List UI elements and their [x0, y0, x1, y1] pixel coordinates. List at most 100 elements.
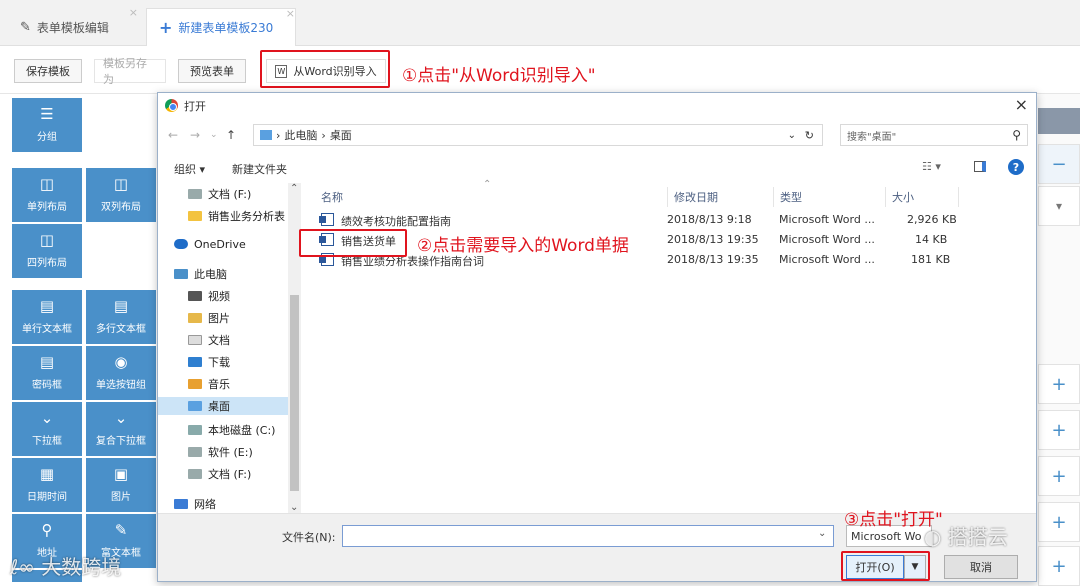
sidebar-item-text-input[interactable]: ▤ 单行文本框: [12, 290, 82, 344]
chevron-down-icon[interactable]: ⌄: [818, 528, 826, 539]
dialog-bottom-bar: 文件名(N): ⌄ Microsoft Wo ③点击"打开" 打开(O) ▼ 取…: [158, 510, 1036, 581]
close-icon[interactable]: ×: [1015, 95, 1028, 114]
computer-icon: [174, 269, 188, 279]
column-header-size[interactable]: 大小: [885, 187, 959, 207]
drive-icon: [188, 447, 202, 457]
sidebar-item-datetime[interactable]: ▦ 日期时间: [12, 458, 82, 512]
filename-input[interactable]: [342, 525, 834, 547]
nav-item-music[interactable]: 音乐: [188, 375, 230, 393]
organize-menu[interactable]: 组织 ▾: [174, 161, 205, 177]
watermark-wechat: ◐ 搭搭云: [924, 525, 1008, 549]
help-icon[interactable]: ?: [1008, 159, 1024, 175]
dialog-title: 打开: [184, 100, 206, 113]
refresh-icon[interactable]: ↻: [805, 129, 814, 142]
preview-pane-icon[interactable]: [974, 161, 986, 172]
add-icon[interactable]: +: [1038, 410, 1080, 450]
file-type: Microsoft Word ...: [779, 213, 875, 226]
file-row[interactable]: 销售业绩分析表操作指南台词 2018/8/13 19:35 Microsoft …: [301, 251, 1036, 271]
command-bar: 组织 ▾ 新建文件夹 ☷ ▾ ?: [158, 153, 1036, 183]
nav-item-pictures[interactable]: 图片: [188, 309, 230, 327]
sidebar-item-dropdown[interactable]: ⌄ 下拉框: [12, 402, 82, 456]
drive-icon: [188, 425, 202, 435]
panel-header: [1038, 108, 1080, 134]
save-template-button[interactable]: 保存模板: [14, 59, 82, 83]
nav-item-network[interactable]: 网络: [174, 495, 216, 513]
tab-new-form-template[interactable]: + 新建表单模板230 ×: [146, 7, 296, 46]
sidebar-item-single-column[interactable]: ◫ 单列布局: [12, 168, 82, 222]
new-folder-button[interactable]: 新建文件夹: [232, 161, 287, 177]
chevron-down-icon[interactable]: ⌄: [290, 502, 298, 513]
chevron-down-icon[interactable]: ▾: [1038, 186, 1080, 226]
sidebar-item-radio-group[interactable]: ◉ 单选按钮组: [86, 346, 156, 400]
doc-icon: ▤: [113, 297, 129, 315]
annotation-step1: ①点击"从Word识别导入": [402, 66, 596, 86]
highlight-box-open: [841, 551, 930, 581]
column-icon: ◫: [113, 175, 129, 193]
nav-item-sales-analysis[interactable]: 销售业务分析表: [188, 207, 288, 225]
file-row[interactable]: 绩效考核功能配置指南 2018/8/13 9:18 Microsoft Word…: [301, 211, 1036, 231]
view-options-icon[interactable]: ☷ ▾: [922, 160, 941, 173]
close-icon[interactable]: ×: [129, 6, 138, 19]
sidebar-item-group[interactable]: ☰ 分组: [12, 98, 82, 152]
nav-item-videos[interactable]: 视频: [188, 287, 230, 305]
sidebar-item-textarea[interactable]: ▤ 多行文本框: [86, 290, 156, 344]
tab-bar: ✎ 表单模板编辑 × + 新建表单模板230 ×: [0, 0, 1080, 46]
image-icon: ▣: [113, 465, 129, 483]
sidebar-item-four-column[interactable]: ◫ 四列布局: [12, 224, 82, 278]
save-as-button[interactable]: 模板另存为: [94, 57, 166, 86]
chevron-right-icon: ›: [321, 128, 326, 142]
scrollbar-thumb[interactable]: [290, 295, 299, 491]
nav-item-onedrive[interactable]: OneDrive: [174, 235, 246, 253]
column-header-name[interactable]: 名称: [321, 187, 343, 207]
sidebar-item-password[interactable]: ▤ 密码框: [12, 346, 82, 400]
preview-form-button[interactable]: 预览表单: [178, 59, 246, 83]
search-icon: ⚲: [1012, 128, 1021, 142]
add-icon[interactable]: +: [1038, 456, 1080, 496]
sidebar-item-double-column[interactable]: ◫ 双列布局: [86, 168, 156, 222]
up-arrow-icon[interactable]: ↑: [226, 128, 236, 142]
column-header-date[interactable]: 修改日期: [667, 187, 718, 207]
sidebar-item-compound-dropdown[interactable]: ⌄ 复合下拉框: [86, 402, 156, 456]
network-icon: [174, 499, 188, 509]
file-size: 181 KB: [911, 253, 951, 266]
nav-item-desktop[interactable]: 桌面: [158, 397, 288, 415]
sidebar-item-image[interactable]: ▣ 图片: [86, 458, 156, 512]
file-row[interactable]: 销售送货单 2018/8/13 19:35 Microsoft Word ...…: [301, 231, 1036, 251]
breadcrumb-this-pc[interactable]: 此电脑: [284, 127, 317, 143]
desktop-icon: [188, 401, 202, 411]
add-icon[interactable]: +: [1038, 364, 1080, 404]
tab-form-template-edit[interactable]: ✎ 表单模板编辑 ×: [8, 6, 138, 46]
download-icon: [188, 357, 202, 367]
chevron-down-icon[interactable]: ⌄: [210, 130, 218, 140]
close-icon[interactable]: ×: [286, 7, 295, 20]
file-type: Microsoft Word ...: [779, 233, 875, 246]
add-icon[interactable]: +: [1038, 502, 1080, 542]
forward-icon[interactable]: →: [190, 128, 200, 142]
nav-item-documents[interactable]: 文档: [188, 331, 230, 349]
nav-item-downloads[interactable]: 下载: [188, 353, 230, 371]
column-icon: ◫: [39, 231, 55, 249]
back-icon[interactable]: ←: [168, 128, 178, 142]
nav-item-docs-f2[interactable]: 文档 (F:): [188, 465, 251, 483]
add-icon[interactable]: +: [1038, 546, 1080, 586]
file-type: Microsoft Word ...: [779, 253, 875, 266]
breadcrumb-desktop[interactable]: 桌面: [330, 127, 352, 143]
file-size: 14 KB: [915, 233, 948, 246]
nav-item-software-e[interactable]: 软件 (E:): [188, 443, 253, 461]
nav-item-docs-f[interactable]: 文档 (F:): [188, 185, 251, 203]
nav-item-local-disk-c[interactable]: 本地磁盘 (C:): [188, 421, 275, 439]
cancel-button[interactable]: 取消: [944, 555, 1018, 579]
nav-item-this-pc[interactable]: 此电脑: [174, 265, 227, 283]
address-bar: ← → ⌄ ↑ › 此电脑 › 桌面 ⌄ ↻ 搜索"桌面" ⚲: [158, 121, 1036, 149]
collapse-icon[interactable]: −: [1038, 144, 1080, 184]
column-header-type[interactable]: 类型: [773, 187, 802, 207]
music-icon: [188, 379, 202, 389]
wechat-icon: ◐: [924, 525, 942, 549]
file-date: 2018/8/13 19:35: [667, 233, 759, 246]
search-input[interactable]: 搜索"桌面" ⚲: [840, 124, 1028, 146]
chevron-down-icon[interactable]: ⌄: [788, 130, 796, 141]
toolbar: 保存模板 模板另存为 预览表单 W 从Word识别导入 ①点击"从Word识别导…: [0, 46, 1080, 94]
pictures-icon: [188, 313, 202, 323]
path-breadcrumb[interactable]: › 此电脑 › 桌面 ⌄ ↻: [253, 124, 823, 146]
chevron-up-icon[interactable]: ⌃: [290, 183, 298, 194]
